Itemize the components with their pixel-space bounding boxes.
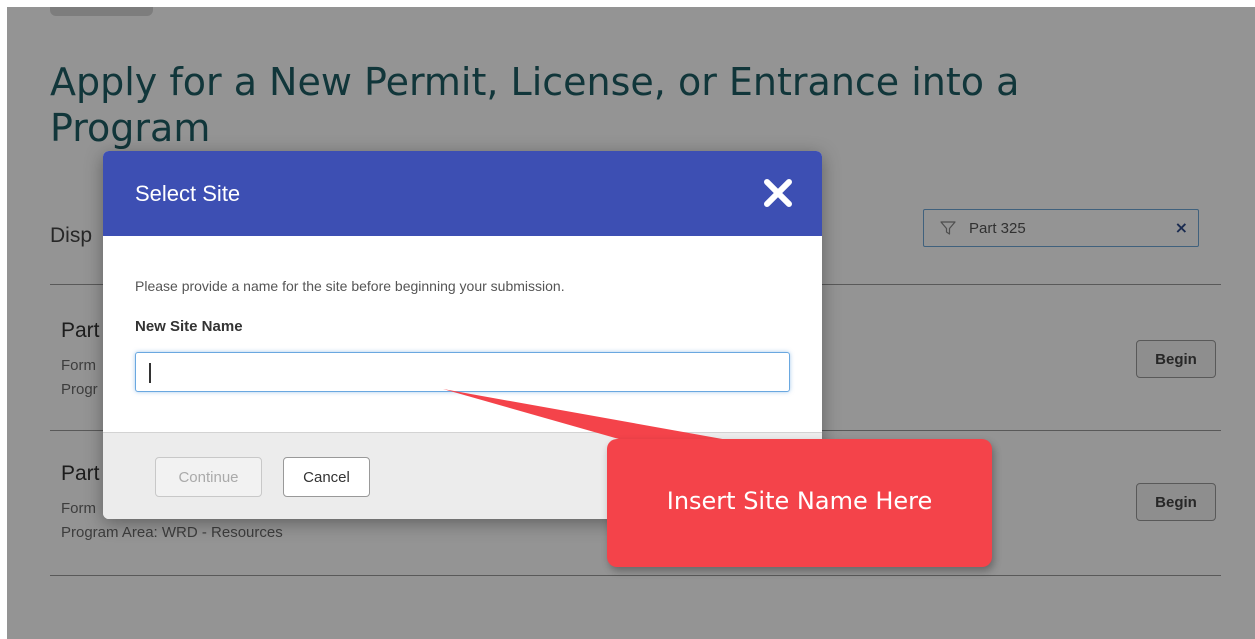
callout-text: Insert Site Name Here xyxy=(666,487,933,515)
text-caret xyxy=(149,363,151,383)
dialog-body: Please provide a name for the site befor… xyxy=(103,236,822,432)
dialog-instruction: Please provide a name for the site befor… xyxy=(135,278,565,294)
close-icon xyxy=(764,179,792,207)
continue-button[interactable]: Continue xyxy=(155,457,262,497)
site-name-label: New Site Name xyxy=(135,318,243,335)
dialog-header: Select Site xyxy=(103,151,822,236)
cancel-button[interactable]: Cancel xyxy=(283,457,370,497)
close-button[interactable] xyxy=(760,175,796,211)
dialog-title: Select Site xyxy=(135,181,241,206)
callout-annotation: Insert Site Name Here xyxy=(607,439,992,567)
site-name-input[interactable] xyxy=(135,352,790,392)
page-frame: Apply for a New Permit, License, or Entr… xyxy=(7,7,1255,639)
